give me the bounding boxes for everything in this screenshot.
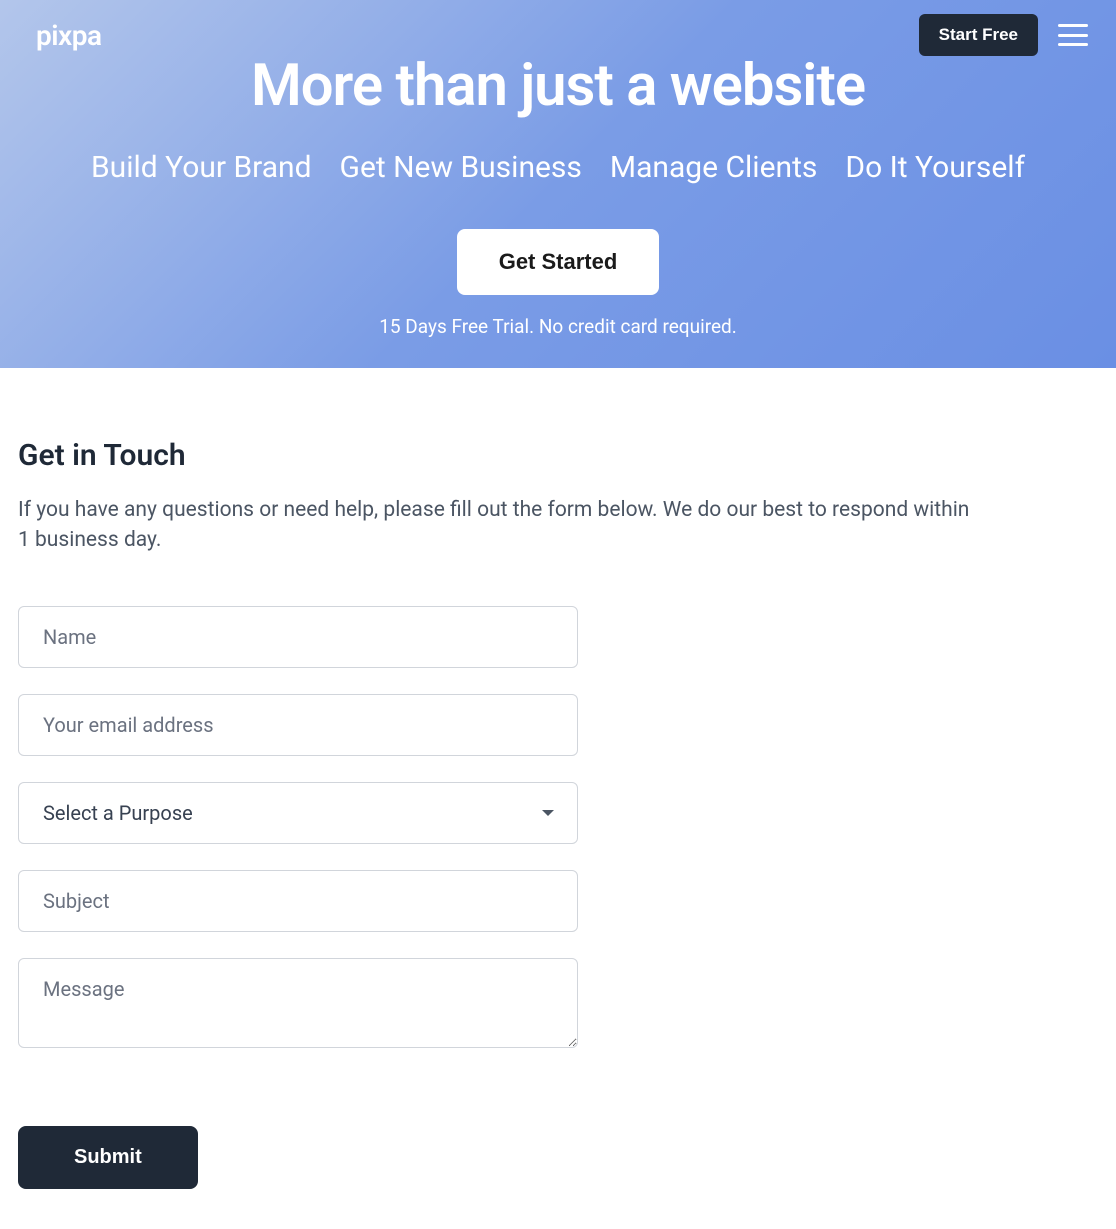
hero-section: pixpa Start Free More than just a websit…: [0, 0, 1116, 368]
start-free-button[interactable]: Start Free: [919, 14, 1038, 56]
benefit-item: Get New Business: [340, 150, 582, 185]
hamburger-menu-icon[interactable]: [1058, 24, 1088, 46]
benefit-item: Do It Yourself: [845, 150, 1025, 185]
benefits-row: Build Your Brand Get New Business Manage…: [18, 150, 1098, 185]
benefit-item: Manage Clients: [610, 150, 817, 185]
contact-form: Select a Purpose Submit: [18, 606, 578, 1189]
section-description: If you have any questions or need help, …: [18, 495, 978, 556]
submit-button[interactable]: Submit: [18, 1126, 198, 1189]
benefit-item: Build Your Brand: [91, 150, 312, 185]
purpose-select[interactable]: Select a Purpose: [18, 782, 578, 844]
subject-input[interactable]: [18, 870, 578, 932]
logo[interactable]: pixpa: [18, 19, 101, 52]
contact-section: Get in Touch If you have any questions o…: [0, 368, 1116, 1229]
email-input[interactable]: [18, 694, 578, 756]
get-started-button[interactable]: Get Started: [457, 229, 660, 295]
purpose-select-wrapper: Select a Purpose: [18, 782, 578, 844]
message-textarea[interactable]: [18, 958, 578, 1048]
name-input[interactable]: [18, 606, 578, 668]
trial-note: 15 Days Free Trial. No credit card requi…: [18, 315, 1098, 338]
hero-title: More than just a website: [18, 52, 1098, 120]
topbar-right: Start Free: [919, 14, 1098, 56]
section-title: Get in Touch: [18, 438, 1098, 473]
